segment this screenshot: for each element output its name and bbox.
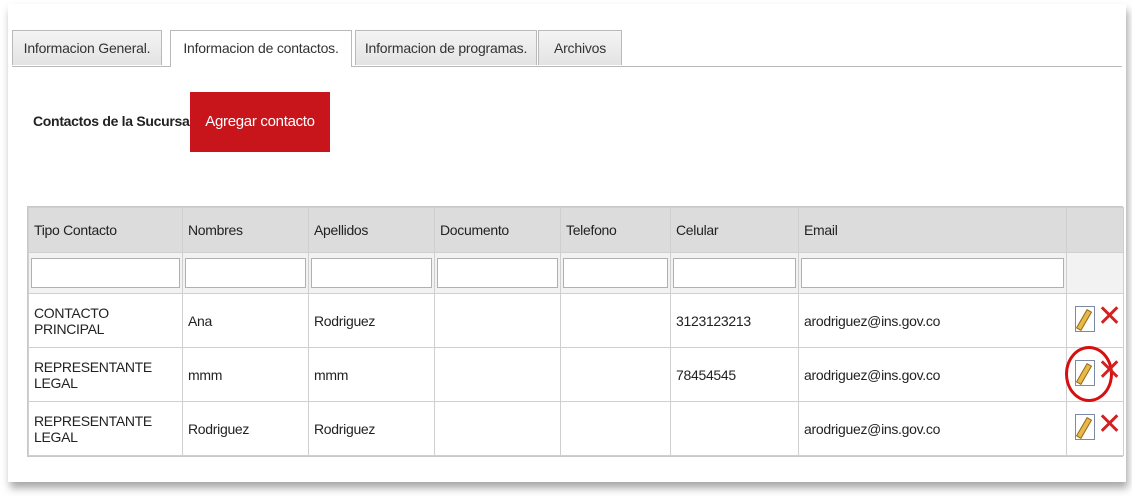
delete-x-icon[interactable]: ✕ [1097, 410, 1122, 440]
section-title: Contactos de la Sucursal [33, 113, 194, 129]
header-documento[interactable]: Documento [434, 207, 561, 253]
header-actions [1066, 207, 1124, 253]
pencil-edit-icon[interactable] [1075, 306, 1095, 332]
filter-telefono-input[interactable] [563, 258, 668, 288]
filter-celular-input[interactable] [673, 258, 796, 288]
cell-documento [434, 293, 561, 348]
pencil-edit-icon[interactable] [1075, 414, 1095, 440]
table-row: REPRESENTANTE LEGAL mmm mmm 78454545 aro… [28, 346, 1124, 402]
filter-row [28, 252, 1124, 294]
cell-apellidos: Rodriguez [308, 293, 435, 348]
tab-informacion-programas[interactable]: Informacion de programas. [355, 30, 537, 65]
cell-email: arodriguez@ins.gov.co [798, 347, 1067, 402]
filter-apellidos-input[interactable] [311, 258, 432, 288]
header-telefono[interactable]: Telefono [560, 207, 671, 253]
cell-telefono [560, 401, 671, 456]
row-actions: ✕ [1066, 293, 1124, 348]
delete-x-icon[interactable]: ✕ [1097, 302, 1122, 332]
tab-archivos[interactable]: Archivos [538, 30, 622, 65]
cell-tipo: CONTACTO PRINCIPAL [28, 293, 183, 348]
cell-nombres: Ana [182, 293, 309, 348]
tab-informacion-general[interactable]: Informacion General. [12, 30, 162, 65]
filter-documento-input[interactable] [437, 258, 558, 288]
row-actions: ✕ [1065, 346, 1124, 402]
cell-celular [670, 401, 799, 456]
cell-apellidos: mmm [308, 347, 435, 402]
cell-telefono [560, 347, 671, 402]
cell-nombres: Rodriguez [182, 401, 309, 456]
filter-actions-cell [1066, 252, 1124, 294]
header-tipo-contacto[interactable]: Tipo Contacto [28, 207, 183, 253]
cell-documento [434, 347, 561, 402]
table-header-row: Tipo Contacto Nombres Apellidos Document… [28, 207, 1124, 253]
cell-tipo: REPRESENTANTE LEGAL [28, 347, 183, 402]
cell-celular: 3123123213 [670, 293, 799, 348]
header-apellidos[interactable]: Apellidos [308, 207, 435, 253]
header-nombres[interactable]: Nombres [182, 207, 309, 253]
cell-celular: 78454545 [670, 347, 799, 402]
cell-documento [434, 401, 561, 456]
delete-x-icon[interactable]: ✕ [1097, 356, 1122, 386]
table-row: CONTACTO PRINCIPAL Ana Rodriguez 3123123… [28, 293, 1124, 348]
contacts-table: Tipo Contacto Nombres Apellidos Document… [27, 206, 1124, 457]
tab-informacion-contactos[interactable]: Informacion de contactos. [170, 30, 352, 67]
filter-email-input[interactable] [801, 258, 1064, 288]
row-actions: ✕ [1066, 401, 1124, 456]
header-email[interactable]: Email [798, 207, 1067, 253]
header-celular[interactable]: Celular [670, 207, 799, 253]
cell-nombres: mmm [182, 347, 309, 402]
pencil-edit-icon[interactable] [1075, 360, 1095, 386]
cell-telefono [560, 293, 671, 348]
table-row: REPRESENTANTE LEGAL Rodriguez Rodriguez … [28, 401, 1124, 456]
cell-tipo: REPRESENTANTE LEGAL [28, 401, 183, 456]
cell-apellidos: Rodriguez [308, 401, 435, 456]
add-contact-button[interactable]: Agregar contacto [190, 92, 330, 152]
tab-bar: Informacion General. Informacion de cont… [12, 30, 1122, 67]
cell-email: arodriguez@ins.gov.co [798, 401, 1067, 456]
cell-email: arodriguez@ins.gov.co [798, 293, 1067, 348]
filter-nombres-input[interactable] [185, 258, 306, 288]
filter-tipo-contacto-input[interactable] [31, 258, 180, 288]
